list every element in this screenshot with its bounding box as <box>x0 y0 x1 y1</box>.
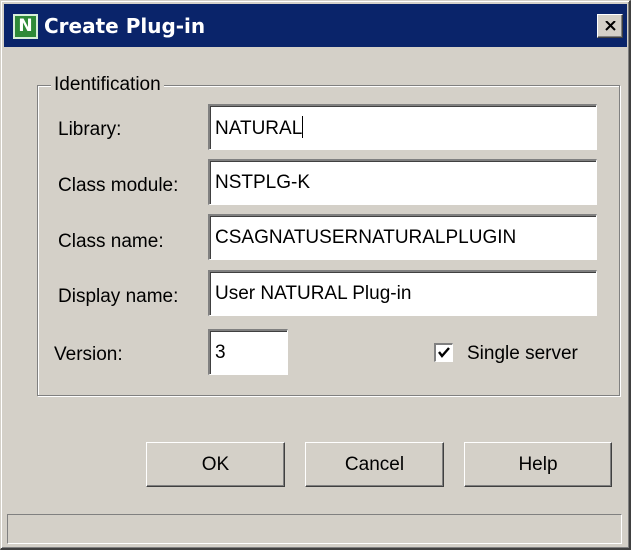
natural-app-icon: N <box>13 14 38 39</box>
class-module-label: Class module: <box>58 175 179 196</box>
checkmark-icon <box>438 347 450 358</box>
display-name-input[interactable]: User NATURAL Plug-in <box>208 270 597 316</box>
version-label: Version: <box>54 344 123 365</box>
single-server-label[interactable]: Single server <box>467 342 578 366</box>
create-plugin-dialog: N Create Plug-in Identification Library:… <box>0 0 631 550</box>
text-caret <box>302 116 304 138</box>
cancel-button[interactable]: Cancel <box>305 442 444 487</box>
class-module-input[interactable]: NSTPLG-K <box>208 159 597 205</box>
close-button[interactable] <box>597 14 623 38</box>
library-label: Library: <box>58 119 122 140</box>
identification-group-label: Identification <box>51 73 164 97</box>
library-value: NATURAL <box>215 118 303 139</box>
help-button[interactable]: Help <box>464 442 612 487</box>
class-name-label: Class name: <box>58 231 164 252</box>
class-name-input[interactable]: CSAGNATUSERNATURALPLUGIN <box>208 214 597 260</box>
close-icon <box>605 21 616 31</box>
status-bar <box>7 514 622 544</box>
ok-button[interactable]: OK <box>146 442 285 487</box>
library-input[interactable]: NATURAL <box>208 104 597 150</box>
title-bar[interactable]: N Create Plug-in <box>4 4 627 47</box>
single-server-checkbox[interactable] <box>434 343 453 362</box>
display-name-label: Display name: <box>58 286 179 307</box>
window-title: Create Plug-in <box>44 14 206 38</box>
version-input[interactable]: 3 <box>208 329 288 375</box>
